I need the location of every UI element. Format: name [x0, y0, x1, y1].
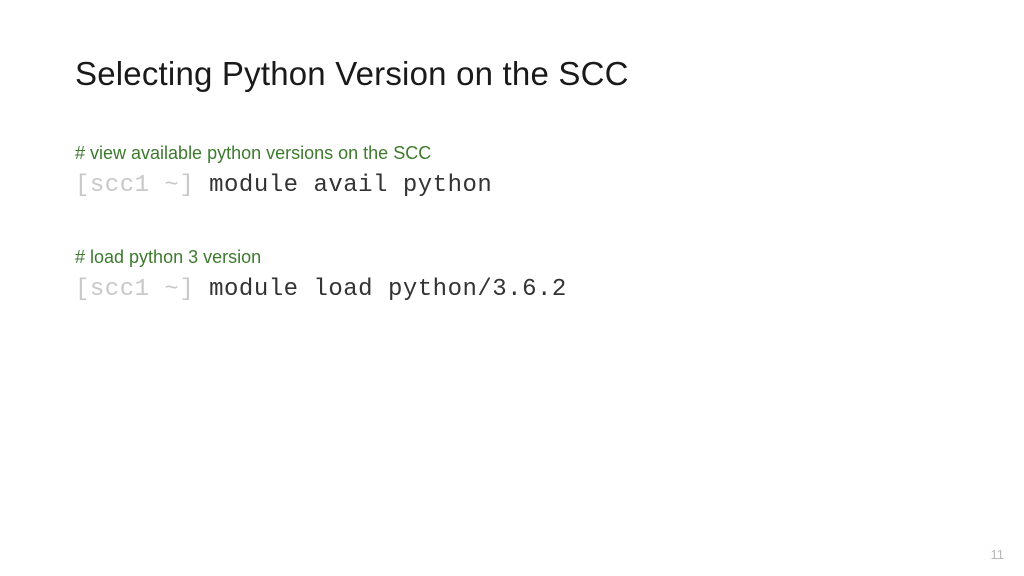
shell-prompt: [scc1 ~]	[75, 172, 209, 199]
slide-title: Selecting Python Version on the SCC	[75, 55, 949, 93]
shell-prompt: [scc1 ~]	[75, 276, 209, 303]
comment-text: # view available python versions on the …	[75, 143, 949, 164]
page-number: 11	[991, 547, 1005, 562]
code-block-1: # view available python versions on the …	[75, 143, 949, 199]
code-block-2: # load python 3 version [scc1 ~] module …	[75, 247, 949, 303]
shell-command: module avail python	[209, 172, 492, 199]
shell-command: module load python/3.6.2	[209, 276, 567, 303]
command-line: [scc1 ~] module load python/3.6.2	[75, 276, 949, 303]
command-line: [scc1 ~] module avail python	[75, 172, 949, 199]
comment-text: # load python 3 version	[75, 247, 949, 268]
